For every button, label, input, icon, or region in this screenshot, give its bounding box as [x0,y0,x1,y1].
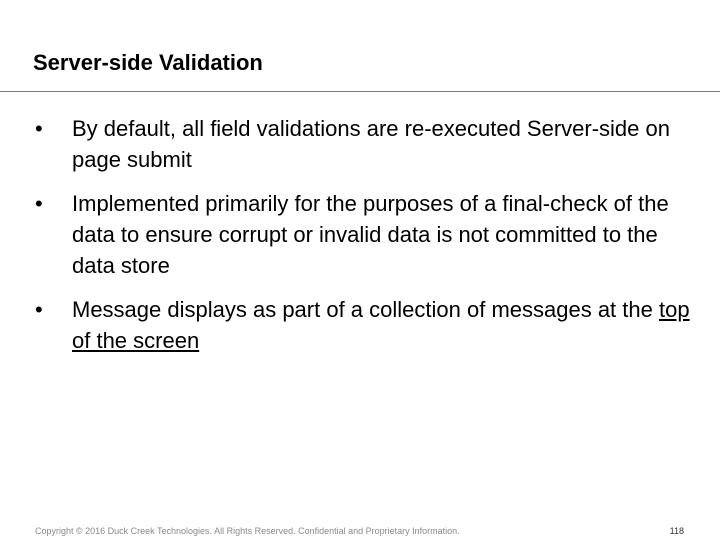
footer-copyright: Copyright © 2016 Duck Creek Technologies… [35,526,460,536]
bullet-dot-icon: • [35,116,43,141]
page-number: 118 [669,526,684,536]
bullet-dot-icon: • [35,297,43,322]
bullet-item: • By default, all field validations are … [0,113,720,175]
bullet-text: Message displays as part of a collection… [72,297,659,322]
bullet-text: By default, all field validations are re… [72,116,670,172]
bullet-dot-icon: • [35,191,43,216]
title-divider [0,91,720,92]
bullet-text: Implemented primarily for the purposes o… [72,191,669,278]
bullet-item: • Implemented primarily for the purposes… [0,188,720,281]
bullet-item: • Message displays as part of a collecti… [0,294,720,356]
bullet-list: • By default, all field validations are … [0,113,720,369]
slide-title: Server-side Validation [33,50,263,75]
